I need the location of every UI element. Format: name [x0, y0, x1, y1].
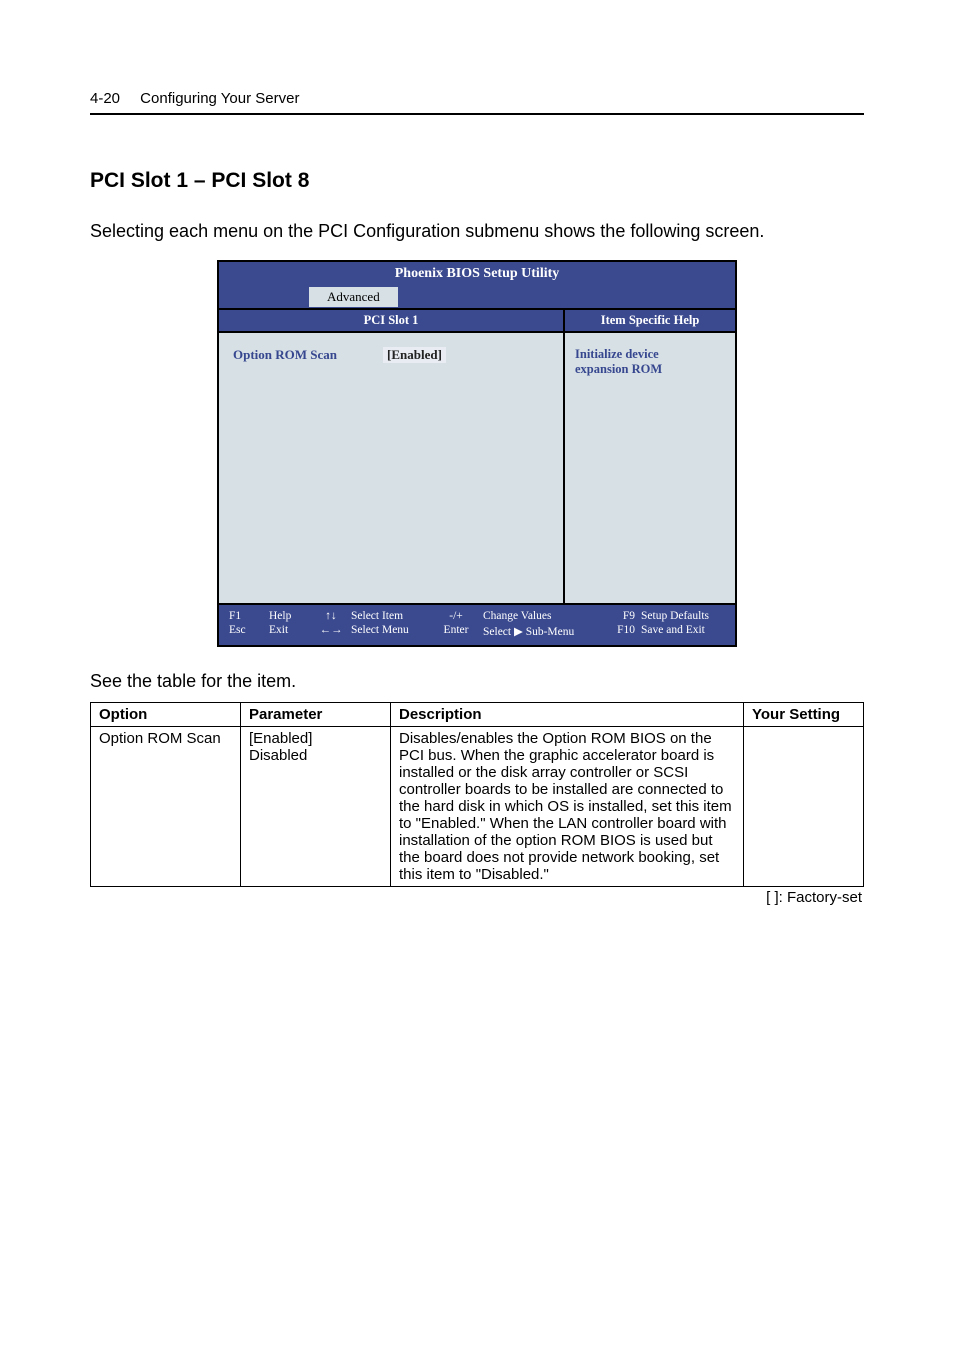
bios-tab-advanced: Advanced	[309, 287, 398, 307]
bios-option-value: [Enabled]	[383, 347, 446, 363]
bios-label-help: Help	[269, 610, 315, 622]
bios-left-panel-title: PCI Slot 1	[219, 310, 563, 333]
bios-key-plusminus: -/+	[433, 610, 479, 622]
param-disabled: Disabled	[249, 747, 382, 764]
bios-key-f9: F9	[599, 610, 635, 622]
bios-label-setup-defaults: Setup Defaults	[641, 610, 725, 622]
th-option: Option	[91, 703, 241, 727]
td-parameter: [Enabled] Disabled	[241, 727, 391, 887]
bios-key-leftright: ←→	[315, 624, 347, 636]
bios-option-row: Option ROM Scan [Enabled]	[233, 347, 549, 363]
legend-factory-set: [ ]: Factory-set	[90, 889, 864, 906]
bios-key-esc: Esc	[229, 624, 269, 636]
bios-option-label: Option ROM Scan	[233, 347, 383, 363]
th-parameter: Parameter	[241, 703, 391, 727]
param-enabled: [Enabled]	[249, 730, 382, 747]
table-row: Option ROM Scan [Enabled] Disabled Disab…	[91, 727, 864, 887]
bios-key-f1: F1	[229, 610, 269, 622]
bios-footer: F1 Esc Help Exit ↑↓ ←→ Select Item Selec…	[219, 605, 735, 645]
bios-screenshot: Phoenix BIOS Setup Utility Advanced PCI …	[217, 260, 737, 647]
bios-label-select-item: Select Item	[351, 610, 433, 622]
th-description: Description	[391, 703, 744, 727]
bios-key-enter: Enter	[433, 624, 479, 636]
header-rule	[90, 113, 864, 115]
bios-help-line-2: expansion ROM	[575, 362, 725, 377]
bios-help-line-1: Initialize device	[575, 347, 725, 362]
bios-label-save-exit: Save and Exit	[641, 624, 725, 636]
bios-help-content: Initialize device expansion ROM	[565, 333, 735, 603]
table-header-row: Option Parameter Description Your Settin…	[91, 703, 864, 727]
see-text: See the table for the item.	[90, 671, 864, 692]
intro-paragraph: Selecting each menu on the PCI Configura…	[90, 221, 864, 242]
bios-title: Phoenix BIOS Setup Utility	[219, 262, 735, 286]
bios-label-submenu: Select ▶ Sub-Menu	[483, 624, 599, 638]
spec-table: Option Parameter Description Your Settin…	[90, 702, 864, 887]
th-your-setting: Your Setting	[744, 703, 864, 727]
bios-label-select-menu: Select Menu	[351, 624, 433, 636]
td-description: Disables/enables the Option ROM BIOS on …	[391, 727, 744, 887]
bios-label-change-values: Change Values	[483, 610, 599, 622]
td-option: Option ROM Scan	[91, 727, 241, 887]
running-header-title: Configuring Your Server	[140, 90, 299, 107]
bios-label-exit: Exit	[269, 624, 315, 636]
section-heading: PCI Slot 1 – PCI Slot 8	[90, 169, 864, 193]
bios-right-panel-title: Item Specific Help	[565, 310, 735, 333]
page-number: 4-20	[90, 90, 136, 107]
td-your-setting	[744, 727, 864, 887]
bios-key-f10: F10	[599, 624, 635, 636]
bios-key-updown: ↑↓	[315, 610, 347, 622]
